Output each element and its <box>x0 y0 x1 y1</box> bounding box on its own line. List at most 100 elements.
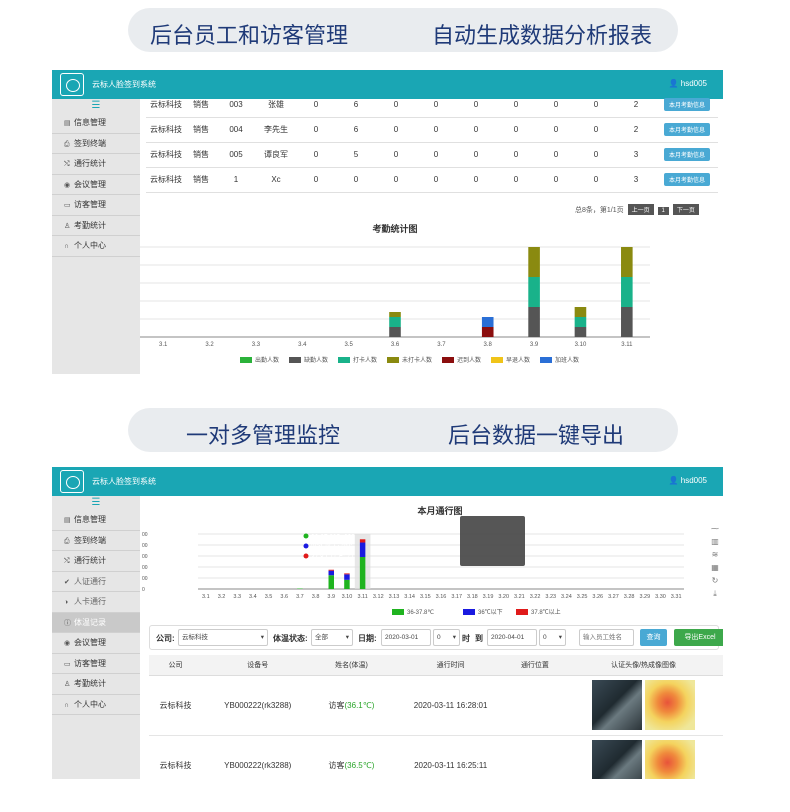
employee-name-input[interactable] <box>579 629 634 646</box>
sidebar-item[interactable]: ⓘ 体温记录 <box>52 612 140 633</box>
legend-label[interactable]: 出勤人数 <box>255 356 279 364</box>
bar-segment[interactable] <box>344 574 350 580</box>
sidebar-item[interactable]: ⤭ 通行统计 <box>52 154 140 175</box>
menu-toggle-icon[interactable]: ☰ <box>52 496 140 510</box>
bar-segment[interactable] <box>528 307 540 337</box>
search-button[interactable]: 查询 <box>640 629 667 646</box>
bar-segment[interactable] <box>344 579 350 589</box>
legend-swatch[interactable] <box>540 357 552 363</box>
face-photo[interactable] <box>592 680 643 730</box>
sidebar-item[interactable]: ⎙ 签到终端 <box>52 531 140 551</box>
monthly-attendance-button[interactable]: 本月考勤信息 <box>663 97 710 111</box>
legend-label[interactable]: 36℃以下 <box>478 609 503 616</box>
app-title: 云标人脸签到系统 <box>92 477 156 486</box>
tile-icon[interactable]: ▦ <box>709 561 721 574</box>
date-to-input[interactable]: 2020-04-01 <box>487 629 537 646</box>
sidebar-item[interactable]: ♙ 考勤统计 <box>52 674 140 695</box>
table-cell: 云标科技 <box>146 142 186 168</box>
sidebar-item[interactable]: ⤭ 通行统计 <box>52 551 140 572</box>
legend-label[interactable]: 加班人数 <box>555 356 579 364</box>
user-menu[interactable]: 👤 hsd005 <box>669 476 707 485</box>
table-cell: 0 <box>296 142 336 168</box>
sidebar-item[interactable]: ♙ 考勤统计 <box>52 216 140 236</box>
bar-segment[interactable] <box>328 569 335 571</box>
export-excel-button[interactable]: 导出Excel <box>674 629 723 646</box>
bar-segment[interactable] <box>344 573 350 575</box>
legend-swatch[interactable] <box>442 357 454 363</box>
bar-segment[interactable] <box>481 317 494 327</box>
bar-segment[interactable] <box>574 317 587 327</box>
bar-segment[interactable] <box>528 277 540 307</box>
bar-segment[interactable] <box>389 312 401 317</box>
stack-icon[interactable]: ≋ <box>709 548 721 561</box>
monthly-attendance-button[interactable]: 本月考勤信息 <box>663 173 710 186</box>
sidebar-item[interactable]: ◉ 会议管理 <box>52 175 140 195</box>
legend-label[interactable]: 缺勤人数 <box>304 356 328 364</box>
bar-segment[interactable] <box>481 327 494 337</box>
hour-from-select[interactable]: 0 ▾ <box>433 629 460 646</box>
hour-to-select[interactable]: 0 ▾ <box>539 629 566 646</box>
monthly-attendance-button[interactable]: 本月考勤信息 <box>663 123 710 136</box>
bar-segment[interactable] <box>389 317 401 327</box>
table-cell: 0 <box>376 117 416 143</box>
bar-segment[interactable] <box>621 277 633 307</box>
temp-status-select[interactable]: 全部 ▾ <box>311 629 353 646</box>
sidebar-item[interactable]: ✔ 人证通行 <box>52 572 140 592</box>
legend-swatch[interactable] <box>392 609 404 615</box>
legend-label[interactable]: 未打卡人数 <box>402 356 432 364</box>
sidebar-item[interactable]: ▤ 信息管理 <box>52 510 140 531</box>
bar-segment[interactable] <box>328 575 335 589</box>
legend-swatch[interactable] <box>289 357 301 363</box>
legend-swatch[interactable] <box>338 357 350 363</box>
sidebar-item[interactable]: ▭ 访客管理 <box>52 654 140 674</box>
sidebar-item[interactable]: ▤ 信息管理 <box>52 113 140 134</box>
menu-toggle-icon[interactable]: ☰ <box>52 99 140 113</box>
sidebar-item[interactable]: ▭ 访客管理 <box>52 195 140 216</box>
thermal-image[interactable] <box>645 740 696 779</box>
legend-label[interactable]: 早退人数 <box>506 356 530 364</box>
sidebar-item[interactable]: ◑ 人卡通行 <box>52 592 140 613</box>
legend-swatch[interactable] <box>491 357 503 363</box>
page-1-button[interactable]: 1 <box>657 207 669 215</box>
bar-segment[interactable] <box>621 247 633 277</box>
user-menu[interactable]: 👤 hsd005 <box>669 79 707 88</box>
location-cell <box>511 675 559 736</box>
legend-label[interactable]: 36-37.8℃ <box>407 610 434 616</box>
next-page-button[interactable]: 下一页 <box>672 204 699 215</box>
sidebar-item[interactable]: ◉ 会议管理 <box>52 633 140 654</box>
legend-swatch[interactable] <box>516 609 528 615</box>
company-select[interactable]: 云标科技 ▾ <box>178 629 268 646</box>
face-photo[interactable] <box>592 740 643 779</box>
bar-segment[interactable] <box>574 307 587 317</box>
legend-label[interactable]: 37.8℃以上 <box>531 608 561 616</box>
bar-segment[interactable] <box>359 557 366 589</box>
app-header-2: 云标人脸签到系统 👤 hsd005 <box>52 467 723 496</box>
bar-segment[interactable] <box>328 570 335 576</box>
bar-segment[interactable] <box>359 539 366 543</box>
bar-segment[interactable] <box>621 307 633 337</box>
sidebar-item[interactable]: ∩ 个人中心 <box>52 695 140 715</box>
bar-segment[interactable] <box>574 327 587 337</box>
legend-swatch[interactable] <box>463 609 475 615</box>
bar-segment[interactable] <box>389 327 401 337</box>
sidebar-item[interactable]: ⎙ 签到终端 <box>52 134 140 154</box>
legend-label[interactable]: 打卡人数 <box>353 356 377 364</box>
thermal-image[interactable] <box>645 680 696 730</box>
date-from-input[interactable]: 2020-03-01 <box>381 629 431 646</box>
prev-page-button[interactable]: 上一页 <box>627 204 654 215</box>
line-chart-icon[interactable]: ⁓ <box>709 522 721 535</box>
restore-icon[interactable]: ↻ <box>709 574 721 587</box>
legend-swatch[interactable] <box>240 357 252 363</box>
table-cell: 6 <box>336 92 376 118</box>
x-tick-label: 3.8 <box>312 594 320 600</box>
app-logo-icon <box>60 73 84 96</box>
company-label: 公司: <box>156 634 175 643</box>
download-icon[interactable]: ⤓ <box>709 587 721 600</box>
monthly-attendance-button[interactable]: 本月考勤信息 <box>663 148 710 161</box>
bar-segment[interactable] <box>359 542 366 558</box>
bar-chart-icon[interactable]: ▥ <box>709 535 721 548</box>
bar-segment[interactable] <box>528 247 540 277</box>
legend-label[interactable]: 迟到人数 <box>457 356 481 364</box>
legend-swatch[interactable] <box>387 357 399 363</box>
sidebar-item[interactable]: ∩ 个人中心 <box>52 236 140 257</box>
